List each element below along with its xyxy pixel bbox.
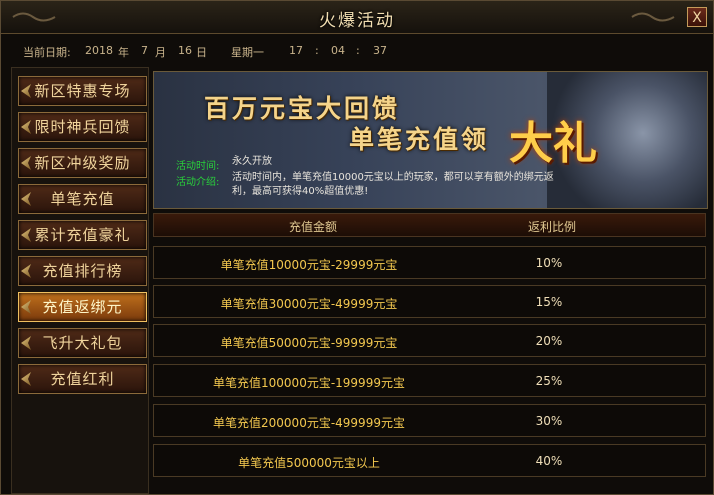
header-amount: 充值金额 xyxy=(289,220,338,234)
date-month-unit: 月 xyxy=(155,46,166,59)
menu-item-limited-weapon[interactable]: 限时神兵回馈 xyxy=(18,112,147,142)
table-row: 单笔充值30000元宝-49999元宝 15% xyxy=(153,285,706,318)
row-rate: 20% xyxy=(535,334,563,348)
activity-time-value: 永久开放 xyxy=(232,156,272,167)
row-rate: 40% xyxy=(535,454,563,468)
time-second: 37 xyxy=(373,44,387,57)
banner-headline-2: 单笔充值领 xyxy=(349,125,490,154)
date-month: 7 xyxy=(141,44,148,57)
time-hour: 17 xyxy=(289,44,303,57)
date-label: 当前日期: xyxy=(23,46,71,59)
table-row: 单笔充值500000元宝以上 40% xyxy=(153,444,706,477)
banner-big-text: 大礼 xyxy=(509,118,597,169)
time-sep-1: : xyxy=(315,44,319,57)
menu-item-recharge-ranking[interactable]: 充值排行榜 xyxy=(18,256,147,286)
row-rate: 30% xyxy=(535,414,563,428)
row-rate: 15% xyxy=(535,295,563,309)
activity-desc-line-1: 活动时间内，单笔充值10000元宝以上的玩家，都可以享有额外的绑元返 xyxy=(232,172,554,183)
table-row: 单笔充值200000元宝-499999元宝 30% xyxy=(153,404,706,437)
row-amount: 单笔充值500000元宝以上 xyxy=(238,456,380,470)
title-bar: 火爆活动 X xyxy=(1,1,713,34)
time-minute: 04 xyxy=(331,44,345,57)
table-row: 单笔充值10000元宝-29999元宝 10% xyxy=(153,246,706,279)
date-year: 2018 xyxy=(85,44,113,57)
activity-window: 火爆活动 X 当前日期: 2018 年 7 月 16 日 星期一 17 : 04… xyxy=(0,0,714,495)
row-amount: 单笔充值200000元宝-499999元宝 xyxy=(213,416,405,430)
row-amount: 单笔充值50000元宝-99999元宝 xyxy=(220,336,398,350)
menu-item-single-recharge[interactable]: 单笔充值 xyxy=(18,184,147,214)
date-day-unit: 日 xyxy=(196,46,207,59)
table-row: 单笔充值100000元宝-199999元宝 25% xyxy=(153,364,706,397)
ornament-right-icon xyxy=(631,12,675,22)
table-row: 单笔充值50000元宝-99999元宝 20% xyxy=(153,324,706,357)
rebate-table-header: 充值金额 返利比例 xyxy=(153,213,706,237)
row-rate: 25% xyxy=(535,374,563,388)
header-rate: 返利比例 xyxy=(528,220,577,234)
activity-desc-line-2: 利，最高可获得40%超值优惠! xyxy=(232,186,369,197)
menu-item-recharge-rebate[interactable]: 充值返绑元 xyxy=(18,292,147,322)
activity-banner: 百万元宝大回馈 单笔充值领 大礼 活动时间: 永久开放 活动介绍: 活动时间内，… xyxy=(153,71,708,209)
row-amount: 单笔充值100000元宝-199999元宝 xyxy=(213,376,405,390)
window-title: 火爆活动 xyxy=(319,11,395,31)
activity-menu: 新区特惠专场 限时神兵回馈 新区冲级奖励 单笔充值 累计充值豪礼 充值排行榜 充… xyxy=(11,67,149,494)
date-day: 16 xyxy=(178,44,192,57)
activity-desc-label: 活动介绍: xyxy=(176,177,220,188)
date-year-unit: 年 xyxy=(118,46,129,59)
menu-item-recharge-bonus[interactable]: 充值红利 xyxy=(18,364,147,394)
date-weekday: 星期一 xyxy=(231,46,264,59)
time-sep-2: : xyxy=(356,44,360,57)
row-amount: 单笔充值30000元宝-49999元宝 xyxy=(220,297,398,311)
activity-time-label: 活动时间: xyxy=(176,161,220,172)
menu-item-ascension-pack[interactable]: 飞升大礼包 xyxy=(18,328,147,358)
menu-item-cumulative-recharge[interactable]: 累计充值豪礼 xyxy=(18,220,147,250)
menu-item-level-reward[interactable]: 新区冲级奖励 xyxy=(18,148,147,178)
close-button[interactable]: X xyxy=(687,7,707,27)
row-amount: 单笔充值10000元宝-29999元宝 xyxy=(220,258,398,272)
menu-item-new-server-special[interactable]: 新区特惠专场 xyxy=(18,76,147,106)
row-rate: 10% xyxy=(535,256,563,270)
